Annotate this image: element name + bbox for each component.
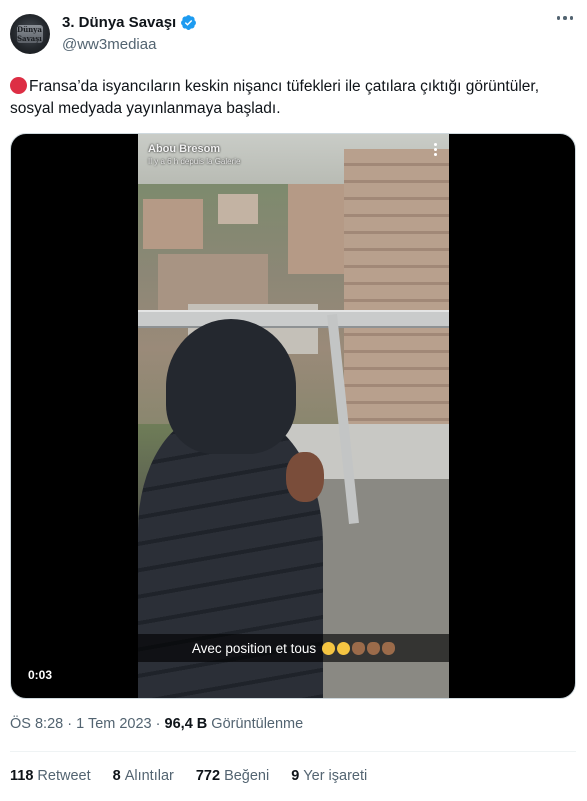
video-duration-badge: 0:03	[23, 665, 58, 685]
meta-separator: ·	[67, 716, 73, 732]
quotes-count: 8	[112, 768, 121, 784]
likes-count: 772	[195, 768, 221, 784]
ok-hand-icon	[352, 641, 366, 655]
ok-hand-icon	[367, 641, 381, 655]
video-player[interactable]: Abou Bresom Il y a 6 h depuis la Galerie…	[10, 133, 576, 699]
overlay-username: Abou Bresom	[148, 143, 221, 155]
author-display-name[interactable]: 3. Dünya Savaşı	[62, 14, 176, 31]
video-frame[interactable]: Abou Bresom Il y a 6 h depuis la Galerie…	[138, 134, 449, 698]
likes-label: Beğeni	[224, 768, 270, 784]
views-label: Görüntülenme	[211, 716, 304, 732]
divider	[10, 751, 576, 752]
engagement-stats: 118 Retweet 8 Alıntılar 772 Beğeni 9 Yer işa…	[10, 768, 389, 784]
tweet-text: Fransa’da isyancıların keskin nişancı tü…	[10, 76, 570, 120]
bookmarks-count: 9	[291, 768, 300, 784]
red-circle-icon	[10, 77, 27, 94]
views-count: 96,4 B	[164, 716, 208, 732]
ok-hand-icon	[382, 641, 396, 655]
retweets-count: 118	[10, 768, 34, 784]
overlay-subtitle: Il y a 6 h depuis la Galerie	[148, 157, 241, 166]
tweet-date[interactable]: 1 Tem 2023	[76, 716, 152, 732]
overlay-menu-icon	[434, 143, 437, 156]
laugh-icon	[337, 641, 351, 655]
bookmarks-label: Yer işareti	[303, 768, 368, 784]
author-avatar[interactable]: Dünya Savaşı	[10, 14, 50, 54]
quotes-label: Alıntılar	[124, 768, 174, 784]
tweet-meta: ÖS 8:28 · 1 Tem 2023 · 96,4 B Görüntülen…	[10, 716, 303, 732]
quotes-stat[interactable]: 8 Alıntılar	[113, 768, 174, 784]
author-name-row: 3. Dünya Savaşı	[62, 14, 197, 31]
tweet-body: Fransa’da isyancıların keskin nişancı tü…	[10, 78, 540, 117]
laugh-icon	[322, 641, 336, 655]
retweets-stat[interactable]: 118 Retweet	[10, 768, 91, 784]
avatar-logo-icon: Dünya Savaşı	[17, 25, 43, 43]
author-handle[interactable]: @ww3mediaa	[62, 36, 156, 53]
bookmarks-stat[interactable]: 9 Yer işareti	[291, 768, 367, 784]
caption-text: Avec position et tous	[191, 640, 317, 656]
likes-stat[interactable]: 772 Beğeni	[196, 768, 269, 784]
video-caption: Avec position et tous	[138, 634, 449, 662]
verified-badge-icon	[181, 15, 197, 30]
tweet-time[interactable]: ÖS 8:28	[10, 716, 63, 732]
more-options-icon[interactable]	[556, 16, 573, 20]
retweets-label: Retweet	[37, 768, 91, 784]
meta-separator: ·	[155, 716, 161, 732]
